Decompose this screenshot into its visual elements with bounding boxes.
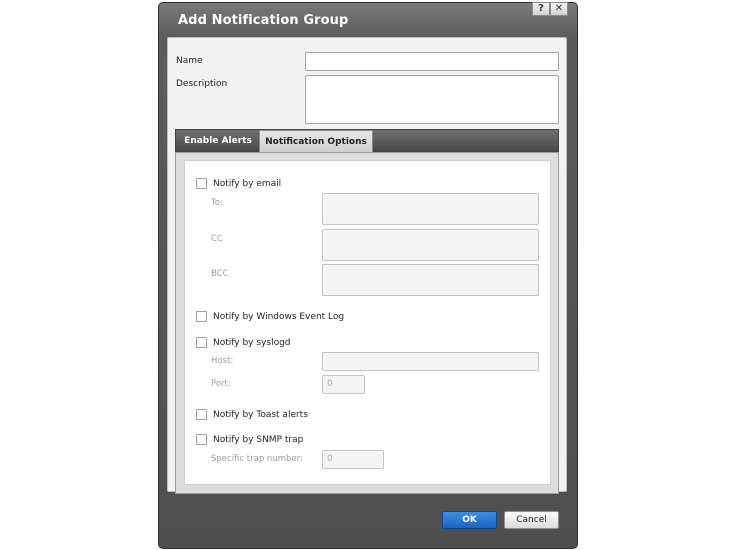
description-input[interactable]: [305, 75, 559, 124]
bcc-input[interactable]: [322, 264, 539, 296]
cc-label: CC: [211, 234, 223, 244]
port-input[interactable]: 0: [322, 375, 365, 394]
ok-button[interactable]: OK: [442, 511, 497, 529]
tab-enable-alerts[interactable]: Enable Alerts: [177, 130, 259, 152]
email-option-label: Notify by email: [213, 179, 282, 189]
snmp-checkbox[interactable]: [196, 434, 207, 445]
cc-input[interactable]: [322, 229, 539, 261]
host-label: Host:: [211, 356, 234, 366]
cancel-button[interactable]: Cancel: [504, 511, 559, 529]
port-label: Port:: [211, 379, 231, 389]
host-input[interactable]: [322, 352, 539, 371]
tab-notification-options[interactable]: Notification Options: [259, 130, 373, 153]
bcc-label: BCC: [211, 269, 229, 279]
event-log-option-label: Notify by Windows Event Log: [213, 312, 345, 322]
toast-option-label: Notify by Toast alerts: [213, 410, 308, 420]
snmp-option-label: Notify by SNMP trap: [213, 435, 304, 445]
trap-number-label: Specific trap number:: [211, 454, 303, 464]
to-input[interactable]: [322, 193, 539, 225]
help-icon[interactable]: ?: [532, 2, 550, 16]
syslog-checkbox[interactable]: [196, 337, 207, 348]
event-log-checkbox[interactable]: [196, 311, 207, 322]
toast-checkbox[interactable]: [196, 409, 207, 420]
name-input[interactable]: [305, 52, 559, 71]
name-label: Name: [176, 56, 203, 66]
trap-number-input[interactable]: 0: [322, 450, 384, 469]
syslog-option-label: Notify by syslogd: [213, 338, 291, 348]
description-label: Description: [176, 79, 228, 89]
dialog-title: Add Notification Group: [178, 13, 349, 28]
email-checkbox[interactable]: [196, 178, 207, 189]
close-icon[interactable]: ✕: [550, 2, 568, 16]
to-label: To:: [211, 198, 223, 208]
